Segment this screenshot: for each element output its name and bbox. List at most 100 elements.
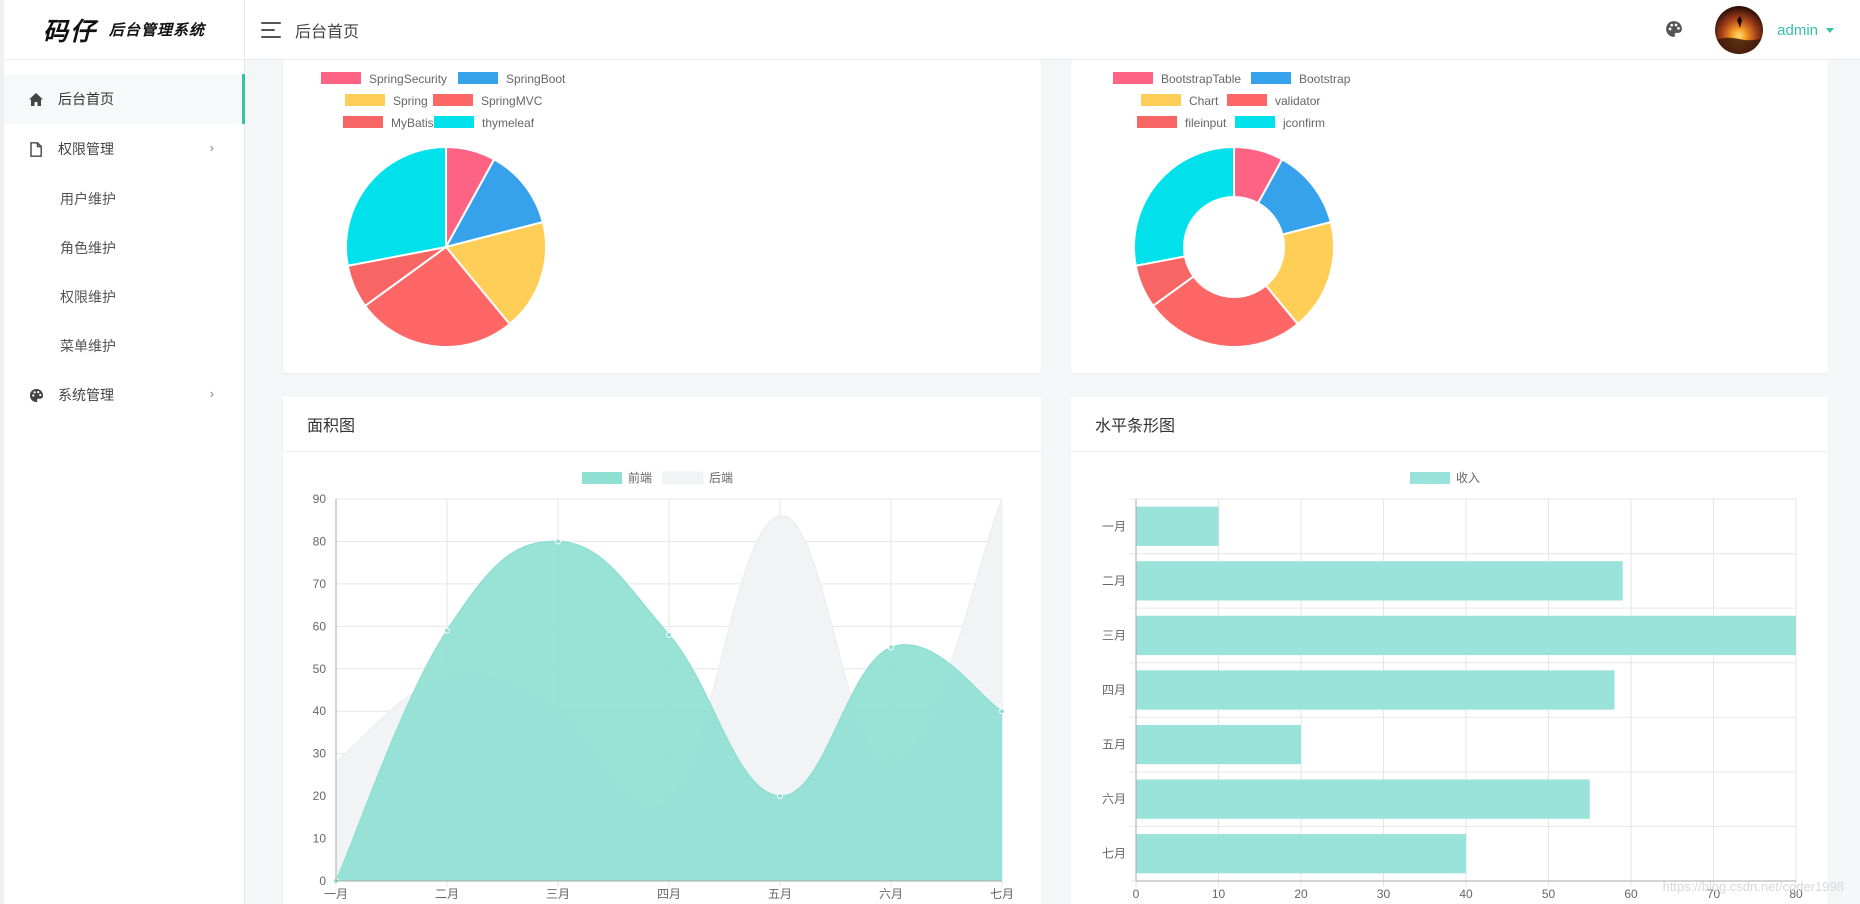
y-tick-label: 一月 xyxy=(1102,519,1126,533)
user-menu-dropdown[interactable]: admin xyxy=(1777,22,1834,39)
y-tick-label: 90 xyxy=(313,492,327,506)
y-tick-label: 70 xyxy=(313,577,327,591)
pie-chart: SpringSecurity SpringBoot Spring SpringMVC M… xyxy=(321,72,566,348)
avatar[interactable] xyxy=(1715,6,1764,54)
x-tick-label: 10 xyxy=(1212,887,1226,901)
legend-label: thymeleaf xyxy=(482,116,535,130)
logo[interactable]: 码仔 后台管理系统 xyxy=(4,0,244,60)
x-tick-label: 20 xyxy=(1294,887,1308,901)
user-name: admin xyxy=(1777,21,1818,39)
sidebar-subitem-role[interactable]: 角色维护 xyxy=(4,223,244,272)
legend-label: 收入 xyxy=(1456,471,1480,485)
y-tick-label: 40 xyxy=(313,704,327,718)
chevron-right-icon: › xyxy=(209,386,214,401)
x-tick-label: 五月 xyxy=(768,887,792,901)
x-tick-label: 二月 xyxy=(435,887,459,901)
sidebar: 码仔 后台管理系统 后台首页 权限管理 › 用户维护 角色维护 权限维护 菜单维… xyxy=(0,0,245,904)
pie-slice xyxy=(1133,145,1235,267)
area-chart-card: 面积图 前端 后端 0 10 20 30 40 50 60 70 80 90 一月 二月 三月 四月 五月 六月 七… xyxy=(283,397,1041,904)
header-right: admin xyxy=(1665,0,1860,60)
x-tick-label: 50 xyxy=(1542,887,1556,901)
y-tick-label: 20 xyxy=(313,789,327,803)
sidebar-subitem-user[interactable]: 用户维护 xyxy=(4,174,244,223)
bar xyxy=(1136,724,1301,765)
sidebar-item-system-management[interactable]: 系统管理 › xyxy=(4,370,244,420)
caret-down-icon xyxy=(1826,27,1834,33)
x-tick-label: 六月 xyxy=(879,887,903,901)
area-chart: 前端 后端 0 10 20 30 40 50 60 70 80 90 一月 二月 三月 四月 五月 六月 七月 xyxy=(313,470,1014,901)
data-point xyxy=(999,708,1005,715)
y-tick-label: 50 xyxy=(313,662,327,676)
horizontal-bar-chart: 收入0 10 20 30 40 50 60 70 80一月二月三月四月五月六月七月 xyxy=(1102,471,1803,901)
legend-swatch xyxy=(662,471,704,485)
legend-label: SpringSecurity xyxy=(369,72,447,86)
legend-label: 前端 xyxy=(628,470,652,485)
area-chart-title: 面积图 xyxy=(283,397,1041,452)
y-tick-label: 七月 xyxy=(1102,847,1126,861)
legend-swatch xyxy=(1410,472,1450,484)
y-tick-label: 60 xyxy=(313,619,327,633)
legend-swatch xyxy=(1137,116,1177,128)
home-icon xyxy=(26,89,46,109)
legend-label: validator xyxy=(1275,94,1320,108)
sidebar-item-permission-management[interactable]: 权限管理 › xyxy=(4,124,244,174)
legend-swatch xyxy=(345,94,385,106)
theme-palette-icon[interactable] xyxy=(1665,20,1685,40)
y-tick-label: 0 xyxy=(319,874,326,888)
sidebar-subitem-permission[interactable]: 权限维护 xyxy=(4,272,244,321)
legend-swatch xyxy=(433,94,473,106)
legend-label: SpringMVC xyxy=(481,94,543,108)
y-tick-label: 三月 xyxy=(1102,628,1126,642)
data-point xyxy=(888,644,894,651)
sidebar-menu: 后台首页 权限管理 › 用户维护 角色维护 权限维护 菜单维护 系统管理 › xyxy=(4,60,245,420)
menu-toggle-icon[interactable] xyxy=(261,21,283,38)
data-point xyxy=(666,631,672,638)
legend-swatch xyxy=(1227,94,1267,106)
bar xyxy=(1136,561,1623,601)
y-tick-label: 六月 xyxy=(1102,792,1126,806)
x-tick-label: 0 xyxy=(1133,887,1140,901)
data-point xyxy=(777,793,783,800)
legend-label: jconfirm xyxy=(1282,116,1325,130)
legend-swatch xyxy=(582,472,622,484)
x-tick-label: 60 xyxy=(1624,887,1638,901)
pie-slice xyxy=(345,145,447,267)
bar xyxy=(1136,615,1796,656)
legend-swatch xyxy=(458,72,498,84)
bar-chart-card: 水平条形图 收入 0 10 20 30 40 50 60 70 80 一月 二月 三月 四月 五月 六月 七月 xyxy=(1071,397,1828,904)
bar xyxy=(1136,670,1615,710)
legend-swatch xyxy=(1251,72,1291,84)
sidebar-item-label: 后台首页 xyxy=(58,91,114,107)
pie-chart-card: SpringSecurity SpringBoot Spring SpringMVC M… xyxy=(283,60,1041,373)
chevron-right-icon: › xyxy=(209,140,214,155)
page-title: 后台首页 xyxy=(295,23,360,41)
sidebar-item-label: 权限管理 xyxy=(58,141,114,157)
legend-swatch xyxy=(434,116,474,128)
x-tick-label: 四月 xyxy=(657,887,681,901)
x-tick-label: 七月 xyxy=(990,887,1014,901)
data-point xyxy=(444,627,450,634)
x-tick-label: 三月 xyxy=(546,887,570,901)
legend-label: Bootstrap xyxy=(1299,72,1351,86)
sidebar-subitem-menu[interactable]: 菜单维护 xyxy=(4,321,244,370)
legend-swatch xyxy=(1141,94,1181,106)
legend-label: fileinput xyxy=(1185,116,1227,130)
sidebar-item-dashboard[interactable]: 后台首页 xyxy=(4,74,245,124)
legend-label: 后端 xyxy=(709,471,733,485)
legend-label: MyBatis xyxy=(391,116,434,130)
legend-label: SpringBoot xyxy=(506,72,566,86)
logo-main-text: 码仔 xyxy=(42,16,97,46)
legend-swatch xyxy=(321,72,361,84)
x-tick-label: 40 xyxy=(1459,887,1473,901)
bar xyxy=(1136,779,1590,819)
x-tick-label: 30 xyxy=(1377,887,1391,901)
legend-swatch xyxy=(1113,72,1153,84)
file-icon xyxy=(26,139,46,159)
top-header: 后台首页 admin xyxy=(245,0,1860,60)
y-tick-label: 30 xyxy=(313,747,327,761)
legend-swatch xyxy=(1235,116,1275,128)
y-tick-label: 五月 xyxy=(1102,738,1126,752)
x-tick-label: 一月 xyxy=(324,887,348,901)
bar-chart-title: 水平条形图 xyxy=(1071,397,1828,452)
data-point xyxy=(555,538,561,545)
